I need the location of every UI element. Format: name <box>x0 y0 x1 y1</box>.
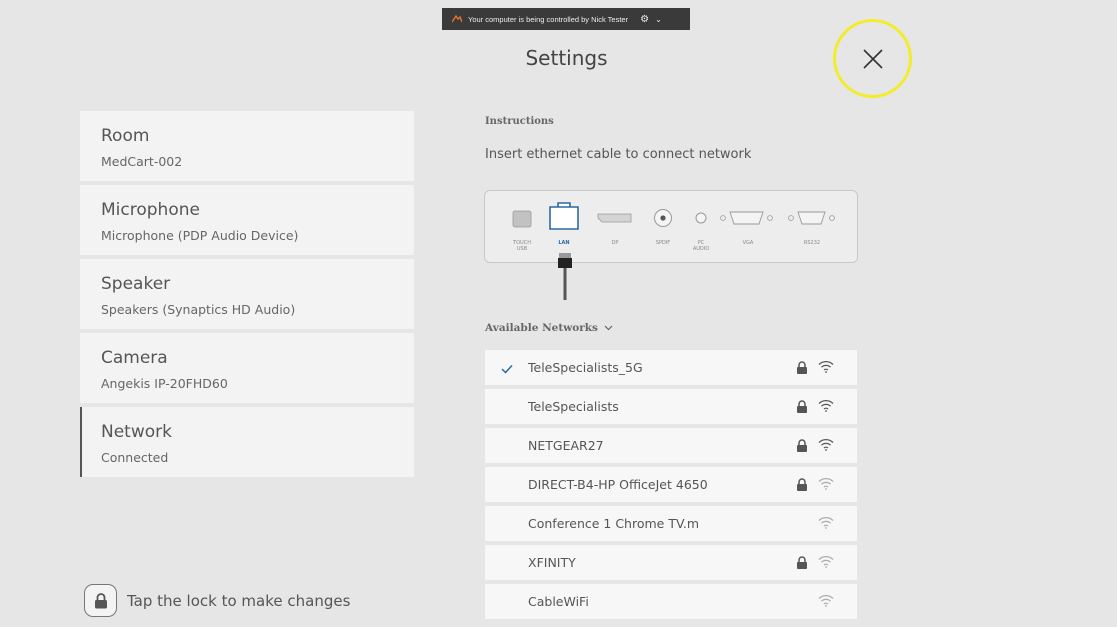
network-list: TeleSpecialists_5G TeleSpecialists NETGEAR… <box>485 350 857 623</box>
sidebar-item-subtitle: Angekis IP-20FHD60 <box>101 376 228 391</box>
page-title: Settings <box>525 46 608 70</box>
chevron-down-icon <box>604 325 613 331</box>
rs232-port-icon <box>797 211 826 225</box>
sidebar-item-camera[interactable]: Camera Angekis IP-20FHD60 <box>80 333 414 403</box>
dp-port-icon <box>597 213 632 223</box>
network-row[interactable]: XFINITY <box>485 545 857 580</box>
lan-port-icon <box>549 202 579 230</box>
port-icons <box>512 202 835 230</box>
sidebar-item-title: Network <box>101 422 172 442</box>
network-name: XFINITY <box>528 555 576 570</box>
wifi-icon <box>818 399 834 417</box>
network-row[interactable]: DIRECT-B4-HP OfficeJet 4650 <box>485 467 857 502</box>
vga-port-icon <box>729 211 764 225</box>
network-name: TeleSpecialists_5G <box>528 360 643 375</box>
network-name: NETGEAR27 <box>528 438 604 453</box>
ethernet-cable-icon <box>558 253 572 300</box>
lock-icon <box>796 361 808 379</box>
network-name: Conference 1 Chrome TV.m <box>528 516 700 531</box>
pc-audio-port-icon <box>695 212 707 224</box>
network-name: TeleSpecialists <box>528 399 619 414</box>
wifi-icon <box>818 477 834 495</box>
network-row[interactable]: Conference 1 Chrome TV.m <box>485 506 857 541</box>
sidebar-item-microphone[interactable]: Microphone Microphone (PDP Audio Device) <box>80 185 414 255</box>
lock-icon <box>796 400 808 418</box>
sidebar-item-title: Camera <box>101 348 168 368</box>
remote-control-banner: Your computer is being controlled by Nic… <box>442 8 690 30</box>
sidebar-item-subtitle: MedCart-002 <box>101 154 183 169</box>
network-row[interactable]: NETGEAR27 <box>485 428 857 463</box>
wifi-icon <box>818 555 834 573</box>
sidebar-item-room[interactable]: Room MedCart-002 <box>80 111 414 181</box>
port-label-vga: VGA <box>742 240 754 246</box>
sidebar-item-title: Room <box>101 126 150 146</box>
network-name: CableWiFi <box>528 594 589 609</box>
lock-icon <box>796 556 808 574</box>
instructions-text: Insert ethernet cable to connect network <box>485 147 752 162</box>
lock-hint-text: Tap the lock to make changes <box>127 591 351 610</box>
lock-icon <box>94 592 107 608</box>
wifi-icon <box>818 594 834 612</box>
port-label-pc-audio: PC AUDIO <box>692 240 710 252</box>
port-label-lan: LAN <box>558 240 570 246</box>
wifi-icon <box>818 360 834 378</box>
close-icon <box>862 48 883 69</box>
wifi-icon <box>818 516 834 534</box>
sidebar-item-speaker[interactable]: Speaker Speakers (Synaptics HD Audio) <box>80 259 414 329</box>
sidebar-item-subtitle: Speakers (Synaptics HD Audio) <box>101 302 296 317</box>
port-label-rs232: RS232 <box>803 240 821 246</box>
usb-port-icon <box>512 210 532 228</box>
wifi-icon <box>818 438 834 456</box>
sidebar-item-network[interactable]: Network Connected <box>80 407 414 477</box>
port-diagram: TOUCH USB LAN DP SPDIF PC AUDIO VGA RS232 <box>484 190 858 263</box>
available-networks-label: Available Networks <box>485 322 598 334</box>
remote-control-text: Your computer is being controlled by Nic… <box>468 14 629 24</box>
sidebar-item-title: Speaker <box>101 274 171 294</box>
network-row[interactable]: TeleSpecialists <box>485 389 857 424</box>
available-networks-toggle[interactable]: Available Networks <box>485 322 613 334</box>
port-label-touch-usb: TOUCH USB <box>513 240 531 252</box>
sidebar-item-subtitle: Microphone (PDP Audio Device) <box>101 228 299 243</box>
settings-sidebar: Room MedCart-002 Microphone Microphone (… <box>80 111 414 481</box>
close-button[interactable] <box>833 19 912 98</box>
sidebar-item-subtitle: Connected <box>101 450 169 465</box>
checkmark-icon <box>501 361 513 379</box>
port-label-dp: DP <box>611 240 619 246</box>
sidebar-item-title: Microphone <box>101 200 200 220</box>
network-row[interactable]: CableWiFi <box>485 584 857 619</box>
lock-icon <box>796 478 808 496</box>
lock-button[interactable] <box>84 584 117 617</box>
instructions-label: Instructions <box>485 116 554 127</box>
network-row[interactable]: TeleSpecialists_5G <box>485 350 857 385</box>
lock-icon <box>796 439 808 457</box>
network-name: DIRECT-B4-HP OfficeJet 4650 <box>528 477 708 492</box>
remote-app-logo-icon <box>452 15 462 23</box>
lock-hint: Tap the lock to make changes <box>84 584 350 617</box>
gear-icon[interactable]: ⚙ <box>640 14 649 25</box>
port-label-spdif: SPDIF <box>655 240 671 246</box>
chevron-down-icon[interactable]: ⌄ <box>655 15 662 24</box>
